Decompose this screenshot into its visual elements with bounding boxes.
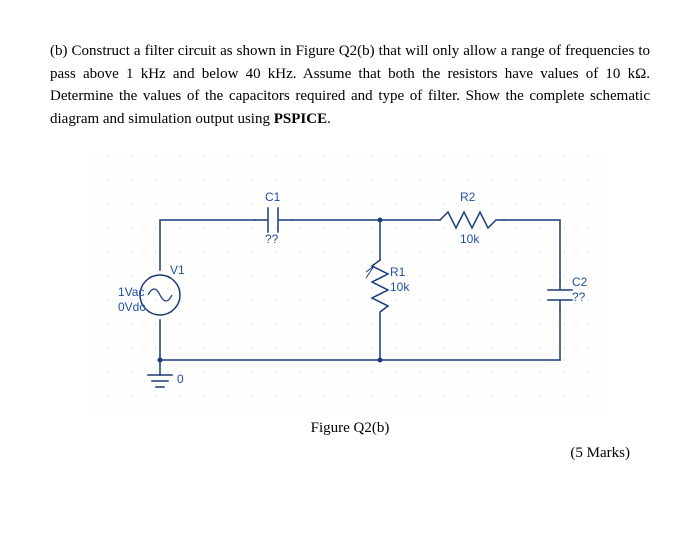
circuit-diagram: C1 ?? R2 10k R1 10k C2 ?? V1 1Vac 0Vdc 0	[90, 150, 610, 410]
v1-label: V1	[170, 263, 185, 277]
r2-value: 10k	[460, 232, 479, 246]
circuit-svg	[90, 150, 610, 410]
v1-vdc: 0Vdc	[118, 300, 145, 314]
marks-label: (5 Marks)	[50, 445, 650, 462]
r2-label: R2	[460, 190, 475, 204]
question-end: .	[327, 111, 331, 127]
c2-value: ??	[572, 290, 585, 304]
tool-name: PSPICE	[274, 111, 327, 127]
c2-label: C2	[572, 275, 587, 289]
question-label: (b)	[50, 43, 68, 59]
ground-label: 0	[177, 372, 184, 386]
v1-vac: 1Vac	[118, 285, 144, 299]
c1-label: C1	[265, 190, 280, 204]
question-body: Construct a filter circuit as shown in F…	[50, 43, 650, 127]
figure-caption: Figure Q2(b)	[50, 420, 650, 437]
question-text: (b) Construct a filter circuit as shown …	[50, 40, 650, 130]
c1-value: ??	[265, 232, 278, 246]
r1-label: R1	[390, 265, 405, 279]
r1-value: 10k	[390, 280, 409, 294]
